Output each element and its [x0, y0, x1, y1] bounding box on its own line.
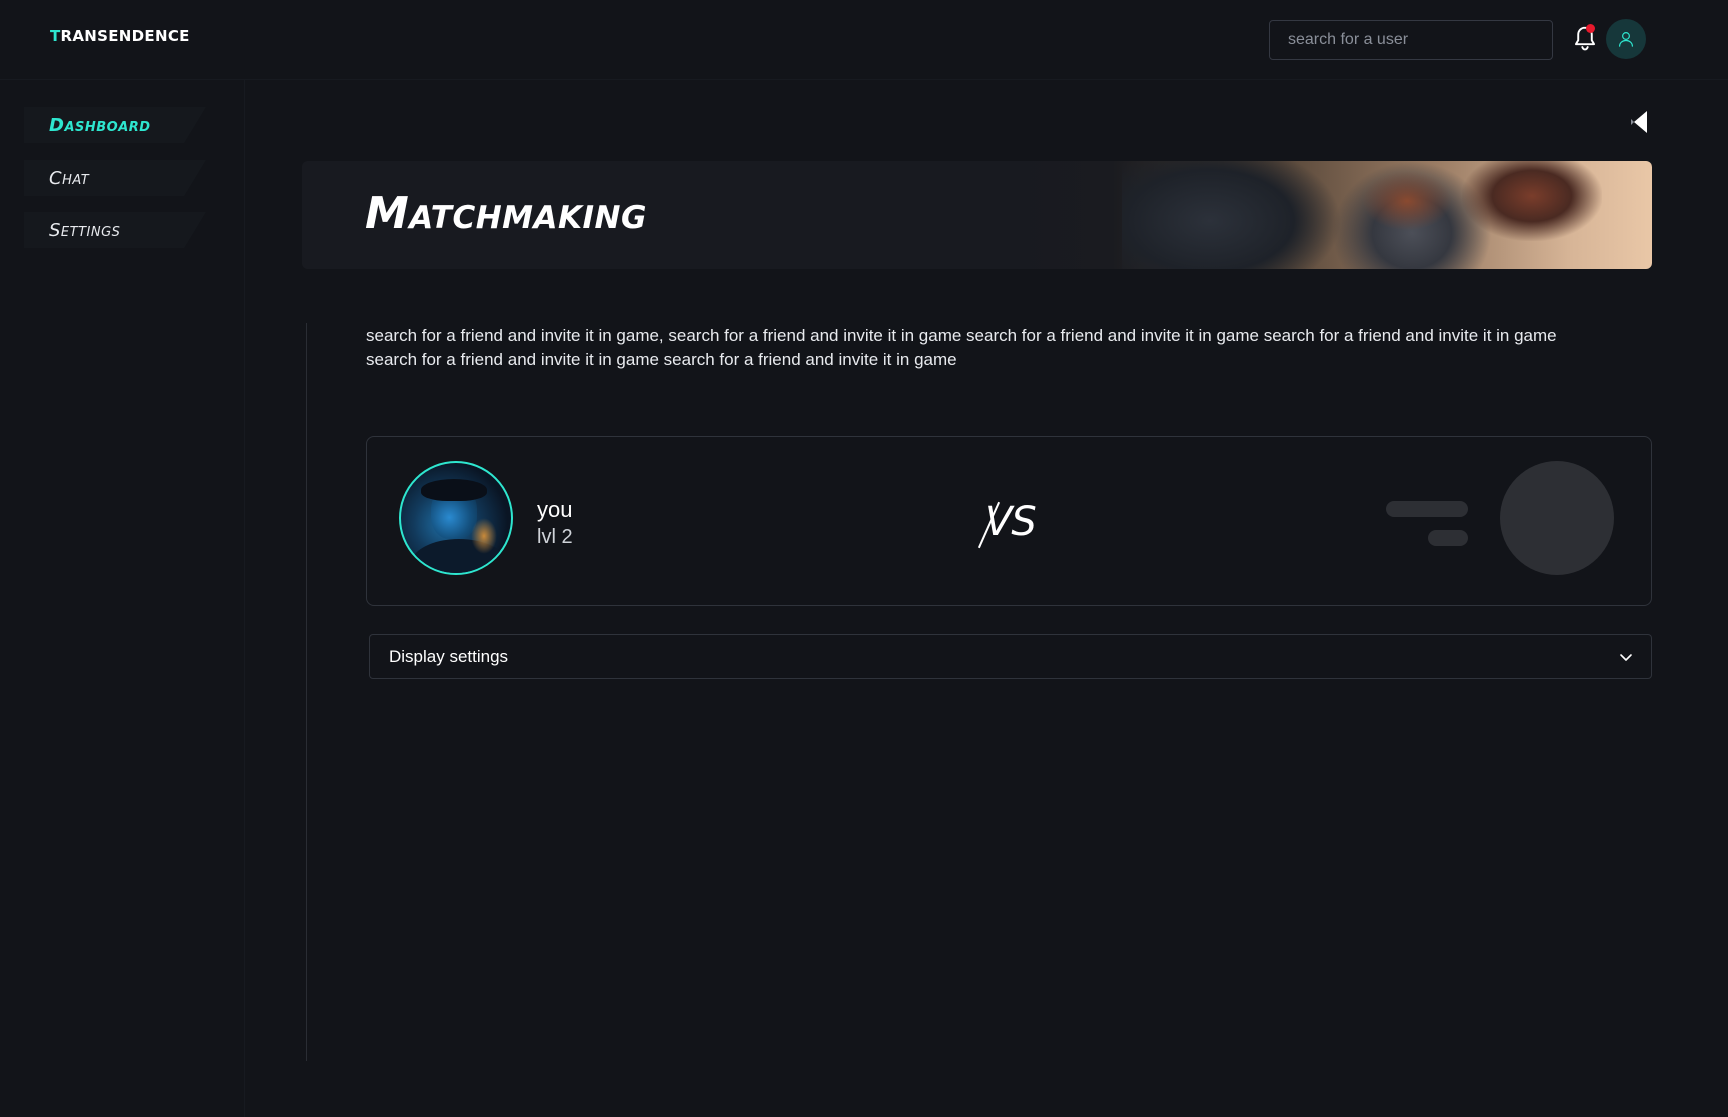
page-title: Matchmaking — [365, 188, 647, 239]
collapse-panel-button[interactable] — [1628, 108, 1650, 136]
notification-badge — [1586, 24, 1595, 33]
sidebar-item-label: Chat — [49, 167, 90, 189]
sidebar: Dashboard Chat Settings — [0, 80, 245, 1117]
banner-artwork — [1122, 161, 1342, 269]
avatar-figure — [421, 479, 487, 501]
opponent-name-placeholder — [1386, 501, 1468, 517]
sidebar-item-label: Settings — [49, 219, 121, 241]
logo-text: RANSENDENCE — [60, 27, 190, 45]
player-level: lvl 2 — [537, 526, 573, 548]
sidebar-item-chat[interactable]: Chat — [24, 160, 206, 196]
player-avatar — [399, 461, 513, 575]
caret-left-icon — [1631, 111, 1647, 133]
sidebar-item-dashboard[interactable]: Dashboard — [24, 107, 206, 143]
opponent-level-placeholder — [1428, 530, 1468, 546]
profile-button[interactable] — [1606, 19, 1646, 59]
user-icon — [1619, 32, 1633, 47]
page-banner: Matchmaking — [302, 161, 1652, 269]
display-settings-label: Display settings — [389, 646, 509, 666]
logo-accent-letter: T — [50, 27, 61, 45]
user-search — [1269, 20, 1553, 60]
page-description: search for a friend and invite it in gam… — [366, 326, 1557, 369]
sidebar-item-settings[interactable]: Settings — [24, 212, 206, 248]
display-settings-dropdown[interactable]: Display settings — [369, 634, 1652, 679]
search-input[interactable] — [1270, 21, 1552, 59]
banner-artwork-detail — [1462, 161, 1602, 241]
app-logo[interactable]: TRANSENDENCE — [50, 27, 190, 45]
avatar-figure — [471, 518, 497, 554]
banner-artwork-detail — [1362, 171, 1452, 231]
match-card: you lvl 2 VS — [366, 436, 1652, 606]
chevron-down-icon — [1620, 653, 1632, 661]
vs-label: VS — [985, 499, 1037, 545]
sidebar-item-label: Dashboard — [49, 114, 151, 136]
player-name: you — [537, 497, 573, 522]
top-bar: TRANSENDENCE — [0, 0, 1728, 80]
opponent-avatar-placeholder — [1500, 461, 1614, 575]
content-divider — [306, 323, 307, 1061]
